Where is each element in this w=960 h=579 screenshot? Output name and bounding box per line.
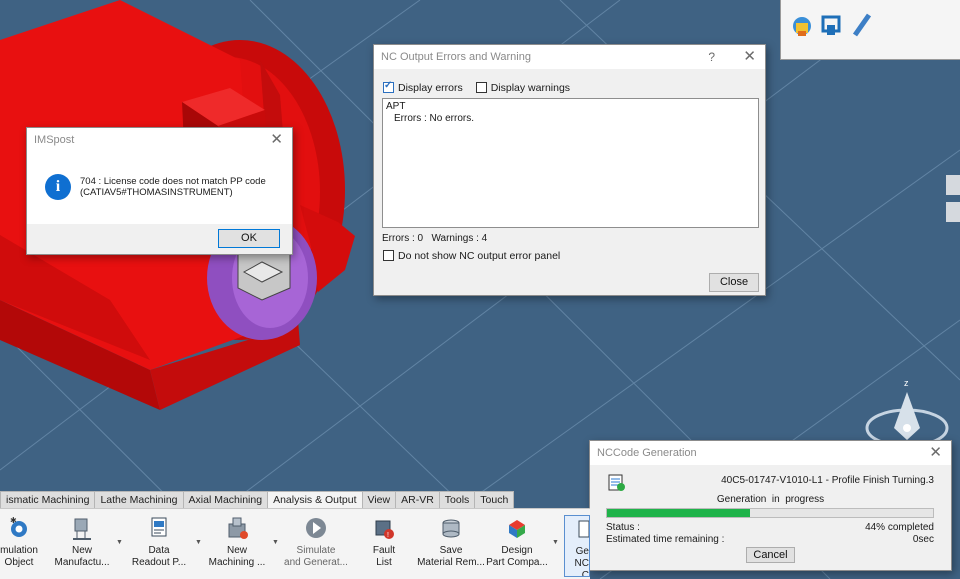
- status-label: Status :: [606, 522, 640, 533]
- tab-axial-machining[interactable]: Axial Machining: [182, 491, 269, 508]
- do-not-show-checkbox[interactable]: [383, 250, 394, 261]
- tab-ar-vr[interactable]: AR-VR: [395, 491, 440, 508]
- generation-status-heading: Generation in progress: [716, 494, 825, 505]
- design-part-compare-button[interactable]: Design Part Compa...: [484, 515, 550, 577]
- progress-fill: [607, 509, 751, 517]
- fault-list-button[interactable]: ! Fault List: [362, 515, 406, 577]
- time-remaining-label: Estimated time remaining :: [606, 534, 725, 545]
- tab-lathe-machining[interactable]: Lathe Machining: [94, 491, 184, 508]
- ribbon-tabs: ismatic Machining Lathe Machining Axial …: [0, 491, 515, 508]
- progress-bar: [606, 508, 934, 518]
- generate-nc-code-button[interactable]: Ge NC C: [564, 515, 590, 577]
- machine-icon[interactable]: [821, 15, 841, 35]
- machining-icon: [228, 517, 248, 539]
- tab-analysis-output[interactable]: Analysis & Output: [267, 491, 363, 508]
- license-error-message: 704 : License code does not match PP cod…: [80, 176, 266, 187]
- tab-touch[interactable]: Touch: [474, 491, 515, 508]
- svg-text:!: !: [387, 532, 389, 539]
- chevron-down-icon[interactable]: ▼: [195, 539, 202, 546]
- log-line: APT: [386, 101, 406, 112]
- data-readout-icon: [151, 517, 167, 537]
- ok-button[interactable]: OK: [218, 229, 280, 248]
- message-area: i 704 : License code does not match PP c…: [27, 152, 292, 224]
- info-icon: i: [45, 174, 71, 200]
- status-value: 44% completed: [865, 522, 934, 533]
- close-icon[interactable]: ✕: [929, 441, 942, 465]
- close-button[interactable]: Close: [709, 273, 759, 292]
- close-icon[interactable]: ✕: [743, 45, 756, 69]
- dialog-title-bar: IMSpost ✕: [27, 128, 292, 152]
- tab-tools[interactable]: Tools: [438, 491, 476, 508]
- tab-prismatic-machining[interactable]: ismatic Machining: [0, 491, 96, 508]
- display-errors-label: Display errors: [398, 82, 463, 94]
- dialog-title-bar: NCCode Generation ✕: [590, 441, 951, 465]
- simulation-icon: ✱: [10, 516, 27, 537]
- chevron-down-icon[interactable]: ▼: [116, 539, 123, 546]
- help-icon[interactable]: ?: [708, 45, 715, 69]
- top-right-toolbar: [780, 0, 960, 60]
- simulate-generate-button[interactable]: Simulate and Generat...: [282, 515, 350, 577]
- measure-icon[interactable]: [852, 13, 872, 37]
- display-warnings-checkbox[interactable]: [475, 82, 487, 93]
- tab-view[interactable]: View: [361, 491, 397, 508]
- nc-output-errors-dialog: NC Output Errors and Warning ? ✕ Display…: [373, 44, 766, 296]
- dialog-title: NCCode Generation: [597, 447, 697, 459]
- dialog-title-bar: NC Output Errors and Warning ? ✕: [374, 45, 765, 69]
- cancel-button[interactable]: Cancel: [746, 547, 795, 563]
- save-material-removal-button[interactable]: Save Material Rem...: [416, 515, 486, 577]
- data-readout-button[interactable]: Data Readout P...: [126, 515, 192, 577]
- chevron-down-icon[interactable]: ▼: [272, 539, 279, 546]
- new-machining-button[interactable]: New Machining ...: [204, 515, 270, 577]
- output-log-box[interactable]: APT Errors : No errors.: [382, 98, 759, 228]
- fault-list-icon: !: [375, 520, 394, 539]
- compare-icon: [509, 520, 525, 538]
- time-remaining-value: 0sec: [912, 534, 934, 545]
- log-line: Errors : No errors.: [394, 113, 475, 124]
- svg-text:✱: ✱: [10, 516, 17, 525]
- display-warnings-label: Display warnings: [490, 82, 571, 94]
- save-material-icon: [442, 519, 460, 538]
- analysis-icon[interactable]: [793, 17, 811, 36]
- compass-z-label: z: [904, 378, 909, 388]
- manufacturing-icon: [73, 518, 91, 540]
- dialog-title: NC Output Errors and Warning: [381, 51, 531, 63]
- play-icon: [306, 518, 326, 538]
- ribbon-toolbar: ✱ mulation Object New Manufactu... ▼ Dat…: [0, 508, 590, 579]
- side-panel-tab[interactable]: [946, 202, 960, 222]
- nc-code-icon: [578, 520, 589, 538]
- dialog-title: IMSpost: [34, 134, 75, 146]
- do-not-show-label: Do not show NC output error panel: [398, 250, 561, 262]
- simulation-object-button[interactable]: ✱ mulation Object: [0, 515, 38, 577]
- operation-name: 40C5-01747-V1010-L1 - Profile Finish Tur…: [721, 475, 934, 486]
- imspost-dialog: IMSpost ✕ i 704 : License code does not …: [26, 127, 293, 255]
- close-icon[interactable]: ✕: [270, 128, 283, 152]
- new-manufacturing-button[interactable]: New Manufactu...: [50, 515, 114, 577]
- side-panel-tab[interactable]: [946, 175, 960, 195]
- nccode-generation-dialog: NCCode Generation ✕ 40C5-01747-V1010-L1 …: [589, 440, 952, 571]
- nc-file-icon: [608, 474, 626, 495]
- display-errors-checkbox[interactable]: [383, 80, 394, 93]
- license-code-text: (CATIAV5#THOMASINSTRUMENT): [80, 187, 233, 198]
- chevron-down-icon[interactable]: ▼: [552, 539, 559, 546]
- errors-warnings-summary: Errors : 0 Warnings : 4: [382, 233, 488, 244]
